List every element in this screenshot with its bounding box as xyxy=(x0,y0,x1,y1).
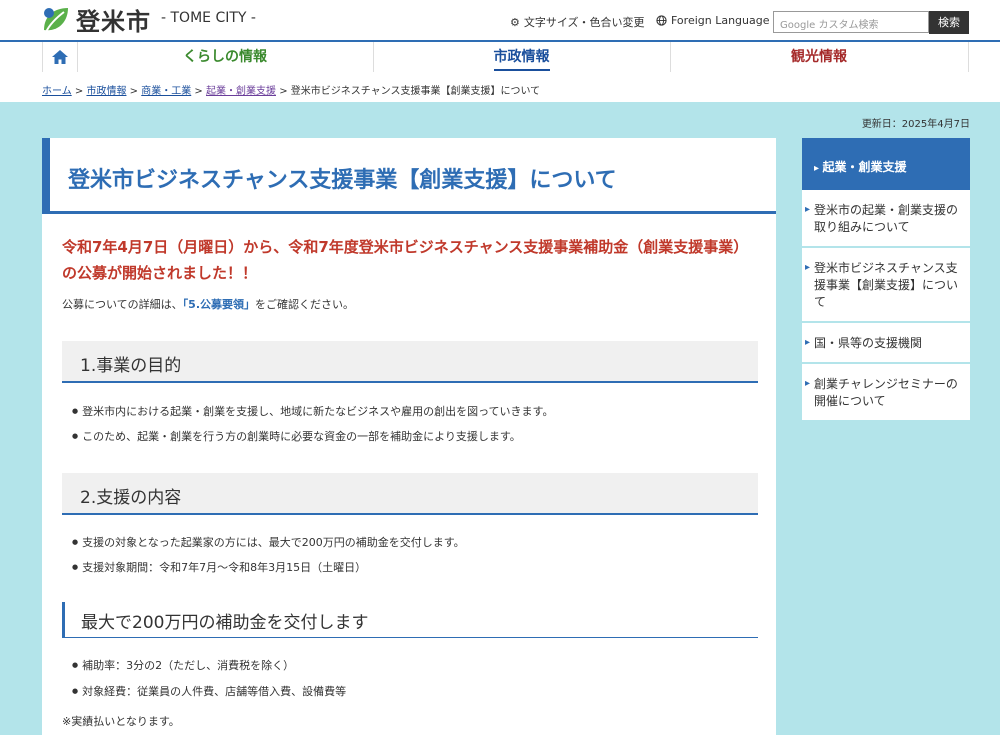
nav-kurashi[interactable]: くらしの情報 xyxy=(77,42,374,72)
breadcrumb-current: 登米市ビジネスチャンス支援事業【創業支援】について xyxy=(290,86,541,97)
section-heading-1: 1.事業の目的 xyxy=(62,341,758,383)
font-color-label: 文字サイズ・色合い変更 xyxy=(523,16,645,29)
main-content: 登米市ビジネスチャンス支援事業【創業支援】について 令和7年4月7日（月曜日）か… xyxy=(42,138,776,735)
sidebar-item-seminar[interactable]: 創業チャレンジセミナーの開催について xyxy=(802,364,970,422)
list-item: このため、起業・創業を行う方の創業時に必要な資金の一部を補助金により支援します。 xyxy=(72,428,521,444)
global-nav: くらしの情報 市政情報 観光情報 xyxy=(0,42,1000,73)
sub-heading: 最大で200万円の補助金を交付します xyxy=(62,602,758,638)
sidebar-item-torikumi[interactable]: 登米市の起業・創業支援の取り組みについて xyxy=(802,190,970,248)
site-header: 登米市 - TOME CITY - ⚙ 文字サイズ・色合い変更 Foreign … xyxy=(0,0,1000,42)
nav-home[interactable] xyxy=(42,42,78,72)
search-input[interactable]: Google カスタム検索 xyxy=(773,11,929,33)
breadcrumb-home[interactable]: ホーム xyxy=(42,86,72,97)
sidebar-item-business-chance[interactable]: 登米市ビジネスチャンス支援事業【創業支援】について xyxy=(802,248,970,323)
nav-kanko[interactable]: 観光情報 xyxy=(670,42,969,72)
home-icon xyxy=(52,50,68,64)
site-logo[interactable]: 登米市 - TOME CITY - xyxy=(40,2,256,37)
intro-text: 公募についての詳細は、「5.公募要領」をご確認ください。 xyxy=(62,298,355,311)
globe-icon xyxy=(656,15,667,26)
gear-icon: ⚙ xyxy=(510,15,520,29)
breadcrumb: ホーム > 市政情報 > 商業・工業 > 起業・創業支援 > 登米市ビジネスチャ… xyxy=(42,86,541,97)
breadcrumb-shisei[interactable]: 市政情報 xyxy=(86,86,126,97)
nav-shisei[interactable]: 市政情報 xyxy=(373,42,671,72)
breadcrumb-shogyo[interactable]: 商業・工業 xyxy=(141,86,191,97)
sidebar-heading[interactable]: 起業・創業支援 xyxy=(802,138,970,190)
sidebar: 起業・創業支援 登米市の起業・創業支援の取り組みについて 登米市ビジネスチャンス… xyxy=(802,138,970,422)
note-text: ※実績払いとなります。 xyxy=(62,715,180,728)
list-item: 対象経費：従業員の人件費、店舗等借入費、設備費等 xyxy=(72,683,346,699)
section-heading-2: 2.支援の内容 xyxy=(62,473,758,515)
page-title-box: 登米市ビジネスチャンス支援事業【創業支援】について xyxy=(42,138,776,214)
logo-subtitle: - TOME CITY - xyxy=(161,9,256,26)
intro-link[interactable]: 「5.公募要領」 xyxy=(183,298,255,311)
announcement: 令和7年4月7日（月曜日）から、令和7年度登米市ビジネスチャンス支援事業補助金（… xyxy=(62,238,749,282)
logo-text: 登米市 xyxy=(76,8,151,36)
list-item: 補助率：3分の2（ただし、消費税を除く） xyxy=(72,657,294,673)
updated-date: 更新日：2025年4月7日 xyxy=(861,119,970,130)
logo-leaf-icon xyxy=(44,7,68,32)
nav-shisei-label: 市政情報 xyxy=(493,49,550,71)
list-item: 登米市内における起業・創業を支援し、地域に新たなビジネスや雇用の創出を図っていき… xyxy=(72,403,553,419)
foreign-language-label: Foreign Language xyxy=(671,14,770,27)
font-color-link[interactable]: ⚙ 文字サイズ・色合い変更 xyxy=(510,14,645,30)
list-item: 支援の対象となった起業家の方には、最大で200万円の補助金を交付します。 xyxy=(72,534,465,550)
breadcrumb-kigyo[interactable]: 起業・創業支援 xyxy=(206,86,276,97)
foreign-language-link[interactable]: Foreign Language xyxy=(656,14,770,27)
sidebar-item-support-orgs[interactable]: 国・県等の支援機関 xyxy=(802,323,970,364)
search-button[interactable]: 検索 xyxy=(929,11,969,34)
list-item: 支援対象期間：令和7年7月～令和8年3月15日（土曜日） xyxy=(72,559,366,575)
page-title: 登米市ビジネスチャンス支援事業【創業支援】について xyxy=(68,168,617,193)
